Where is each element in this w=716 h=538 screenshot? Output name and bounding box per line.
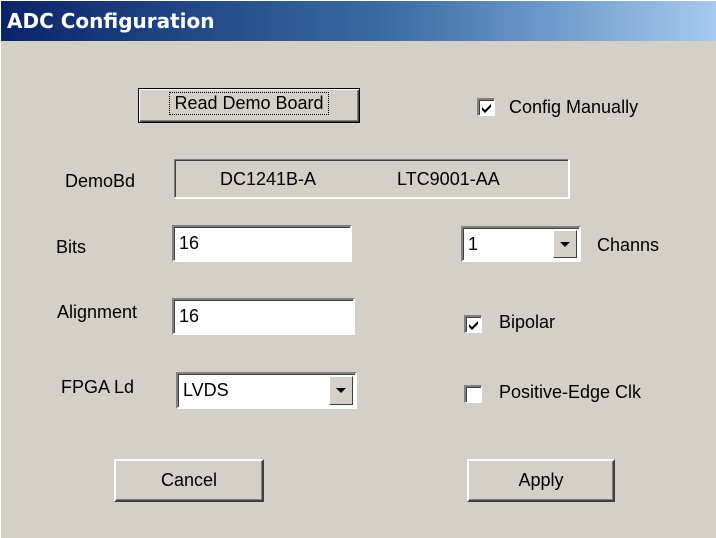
channs-select[interactable]: 1 <box>461 226 581 262</box>
cancel-label: Cancel <box>160 470 218 490</box>
read-demo-board-label: Read Demo Board <box>169 92 329 115</box>
alignment-input[interactable]: 16 <box>172 298 355 335</box>
demobd-label: DemoBd <box>65 171 136 191</box>
adc-configuration-dialog: ADC Configuration Read Demo Board Config… <box>0 0 716 538</box>
title-bar: ADC Configuration <box>1 1 716 41</box>
cancel-button[interactable]: Cancel <box>114 459 264 502</box>
demobd-part: LTC9001-AA <box>397 169 500 189</box>
fpga-ld-select[interactable]: LVDS <box>176 372 357 409</box>
apply-label: Apply <box>518 470 564 490</box>
positive-edge-clk-label: Positive-Edge Clk <box>499 382 642 402</box>
chevron-down-icon <box>336 388 346 393</box>
chevron-down-icon <box>560 242 570 247</box>
demobd-board: DC1241B-A <box>220 169 317 189</box>
checkmark-icon <box>482 104 491 113</box>
bipolar-checkbox[interactable] <box>464 315 482 333</box>
channs-label: Channs <box>597 235 660 255</box>
bits-input[interactable]: 16 <box>172 225 352 262</box>
fpga-ld-value: LVDS <box>183 380 229 400</box>
bits-label: Bits <box>56 237 87 257</box>
apply-button[interactable]: Apply <box>467 459 615 502</box>
bits-value: 16 <box>179 233 200 253</box>
alignment-label: Alignment <box>57 302 138 322</box>
bipolar-label: Bipolar <box>499 312 556 332</box>
fpga-ld-label: FPGA Ld <box>61 377 135 397</box>
demobd-display: DC1241B-A LTC9001-AA <box>174 159 569 198</box>
window-title: ADC Configuration <box>7 9 215 33</box>
checkmark-icon <box>469 321 478 330</box>
config-manually-label: Config Manually <box>509 97 639 117</box>
channs-value: 1 <box>468 234 479 254</box>
config-manually-checkbox[interactable] <box>477 98 495 116</box>
alignment-value: 16 <box>179 306 200 326</box>
channs-dropdown-button[interactable] <box>553 230 577 258</box>
fpga-ld-dropdown-button[interactable] <box>329 376 353 405</box>
positive-edge-clk-checkbox[interactable] <box>464 385 482 403</box>
read-demo-board-button[interactable]: Read Demo Board <box>138 88 360 123</box>
